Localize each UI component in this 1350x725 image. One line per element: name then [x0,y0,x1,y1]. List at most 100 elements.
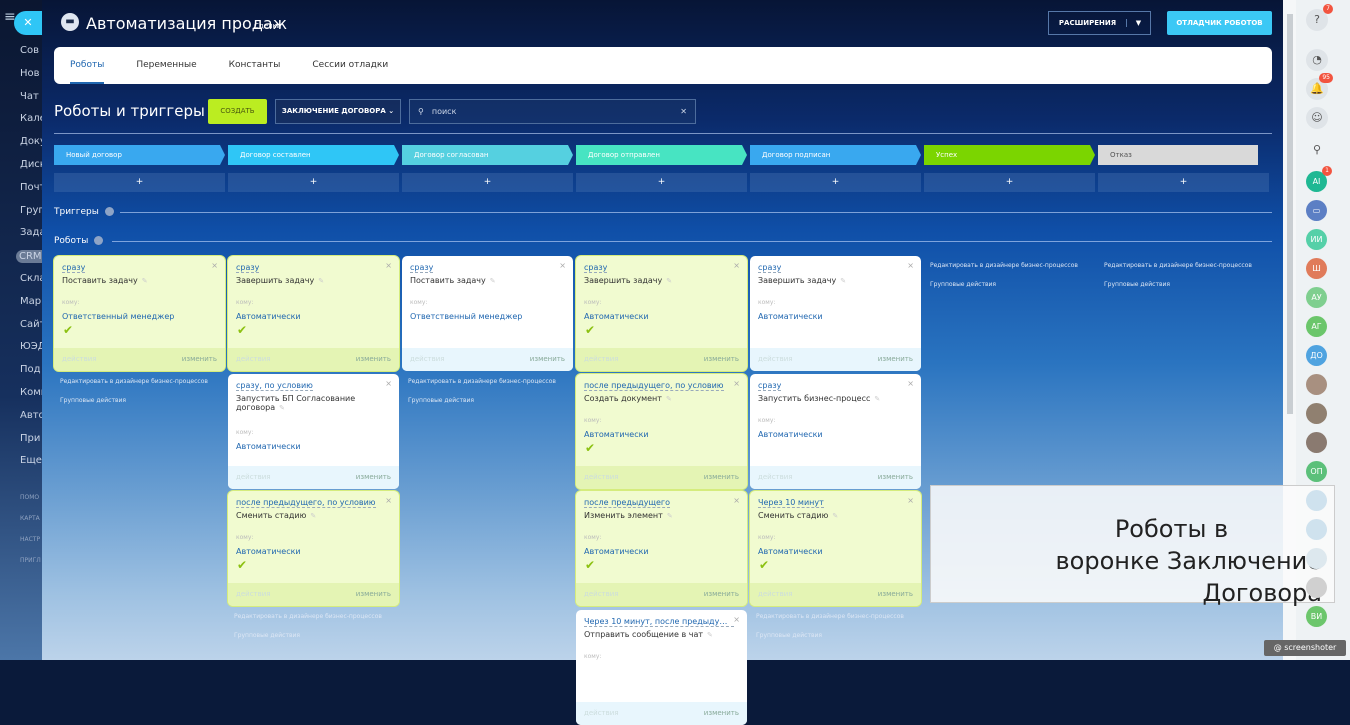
responsible-link[interactable]: Автоматически [584,430,649,439]
sidebar-item[interactable]: Нов [20,68,42,79]
robot-card[interactable]: Через 10 минут × Сменить стадию ✎ кому: Автом… [750,491,921,606]
sidebar-item[interactable]: Мар [20,296,42,307]
add-robot-button[interactable]: + [750,173,921,192]
avatar[interactable]: ДО [1306,345,1327,366]
sidebar-item[interactable]: Доку [20,136,42,147]
pencil-icon[interactable]: ✎ [142,277,148,285]
avatar[interactable] [1306,548,1327,569]
edit-link[interactable]: изменить [356,466,391,489]
robot-condition-link[interactable]: сразу, по условию [236,381,313,391]
stage-2[interactable]: Договор согласован [402,145,573,165]
close-icon[interactable]: × [733,261,740,270]
robot-card[interactable]: после предыдущего, по условию × Создать до… [576,374,747,489]
avatar[interactable]: ИИ [1306,229,1327,250]
stage-0[interactable]: Новый договор [54,145,225,165]
add-robot-button[interactable]: + [924,173,1095,192]
robot-card[interactable]: сразу × Запустить бизнес-процесс ✎ кому: Авто… [750,374,921,489]
robot-card[interactable]: после предыдущего, по условию × Сменить ст… [228,491,399,606]
avatar[interactable]: АУ [1306,287,1327,308]
edit-link[interactable]: изменить [530,348,565,371]
robot-condition-link[interactable]: после предыдущего, по условию [584,381,724,391]
clear-icon[interactable]: ✕ [680,107,687,116]
group-actions-link[interactable]: Групповые действия [60,397,231,404]
responsible-link[interactable]: Ответственный менеджер [62,312,174,321]
create-button[interactable]: СОЗДАТЬ [208,99,267,124]
stage-5[interactable]: Успех [924,145,1095,165]
tab-variables[interactable]: Переменные [136,47,196,84]
avatar[interactable]: Ш [1306,258,1327,279]
close-icon[interactable]: × [211,261,218,270]
avatar[interactable] [1306,490,1327,511]
robot-condition-link[interactable]: сразу [62,263,86,273]
open-channels-icon[interactable]: ▭ [1306,200,1327,221]
sidebar-item[interactable]: Комп [20,387,42,398]
pencil-icon[interactable]: ✎ [666,395,672,403]
stage-6[interactable]: Отказ [1098,145,1258,165]
sidebar-item[interactable]: Авто [20,410,42,421]
close-icon[interactable]: × [559,261,566,270]
search-input[interactable] [431,107,681,116]
avatar[interactable] [1306,403,1327,424]
responsible-link[interactable]: Автоматически [236,442,301,451]
sidebar-small-item[interactable]: КАРТА [20,515,42,522]
tab-constants[interactable]: Константы [229,47,281,84]
edit-link[interactable]: изменить [878,348,913,371]
sidebar-small-item[interactable]: ПОМО [20,494,42,501]
help-icon[interactable]: ? 7 [1306,4,1333,31]
responsible-link[interactable]: Автоматически [758,547,823,556]
avatar[interactable]: АГ [1306,316,1327,337]
sidebar-item[interactable]: Диск [20,159,42,170]
designer-link[interactable]: Редактировать в дизайнере бизнес-процесс… [408,378,579,385]
pencil-icon[interactable]: ✎ [666,277,672,285]
close-icon[interactable]: × [733,615,740,624]
designer-link[interactable]: Редактировать в дизайнере бизнес-процесс… [930,262,1101,269]
designer-link[interactable]: Редактировать в дизайнере бизнес-процесс… [756,613,927,620]
group-actions-link[interactable]: Групповые действия [408,397,579,404]
robot-condition-link[interactable]: сразу [410,263,434,273]
responsible-link[interactable]: Автоматически [584,312,649,321]
sidebar-item[interactable]: Скла [20,273,42,284]
tab-debug-sessions[interactable]: Сессии отладки [312,47,388,84]
edit-link[interactable]: изменить [878,583,913,606]
tab-robots[interactable]: Роботы [70,47,105,84]
pencil-icon[interactable]: ✎ [279,404,285,412]
robot-condition-link[interactable]: Через 10 минут [758,498,824,508]
group-actions-link[interactable]: Групповые действия [234,632,405,639]
sidebar-item[interactable]: Почт [20,182,42,193]
sidebar-item[interactable]: Сов [20,45,42,56]
sidebar-small-item[interactable]: НАСТР [20,536,42,543]
responsible-link[interactable]: Автоматически [758,430,823,439]
sidebar-item[interactable]: При [20,433,42,444]
pencil-icon[interactable]: ✎ [874,395,880,403]
sidebar-item[interactable]: Зада [20,227,42,238]
close-icon[interactable]: × [907,496,914,505]
edit-link[interactable]: изменить [356,583,391,606]
scrollbar-thumb[interactable] [1287,14,1293,414]
edit-link[interactable]: изменить [878,466,913,489]
stage-3[interactable]: Договор отправлен [576,145,747,165]
pencil-icon[interactable]: ✎ [490,277,496,285]
close-icon[interactable]: × [733,379,740,388]
responsible-link[interactable]: Автоматически [236,312,301,321]
robot-debugger-button[interactable]: ОТЛАДЧИК РОБОТОВ [1167,11,1272,35]
sidebar-item[interactable]: Под [20,364,42,375]
pencil-icon[interactable]: ✎ [310,512,316,520]
robot-card[interactable]: после предыдущего × Изменить элемент ✎ кому:… [576,491,747,606]
designer-link[interactable]: Редактировать в дизайнере бизнес-процесс… [1104,262,1275,269]
sidebar-item[interactable]: Сайт [20,319,42,330]
pencil-icon[interactable]: ✎ [840,277,846,285]
edit-link[interactable]: изменить [704,702,739,725]
avatar[interactable]: ОП [1306,461,1327,482]
avatar[interactable]: ВИ [1306,606,1327,627]
robot-card[interactable]: Через 10 минут, после предыдущего... × Отп… [576,610,747,725]
sidebar-item[interactable]: Груп [20,205,42,216]
edit-link[interactable]: изменить [182,348,217,371]
sidebar-small-item[interactable]: ПРИГЛ [20,557,42,564]
avatar[interactable] [1306,577,1327,598]
group-actions-link[interactable]: Групповые действия [756,632,927,639]
add-robot-button[interactable]: + [576,173,747,192]
robot-card[interactable]: сразу × Поставить задачу ✎ кому: Ответственны… [402,256,573,371]
edit-link[interactable]: изменить [704,583,739,606]
robot-card[interactable]: сразу × Завершить задачу ✎ кому: Автоматическ… [576,256,747,371]
close-icon[interactable]: × [385,261,392,270]
